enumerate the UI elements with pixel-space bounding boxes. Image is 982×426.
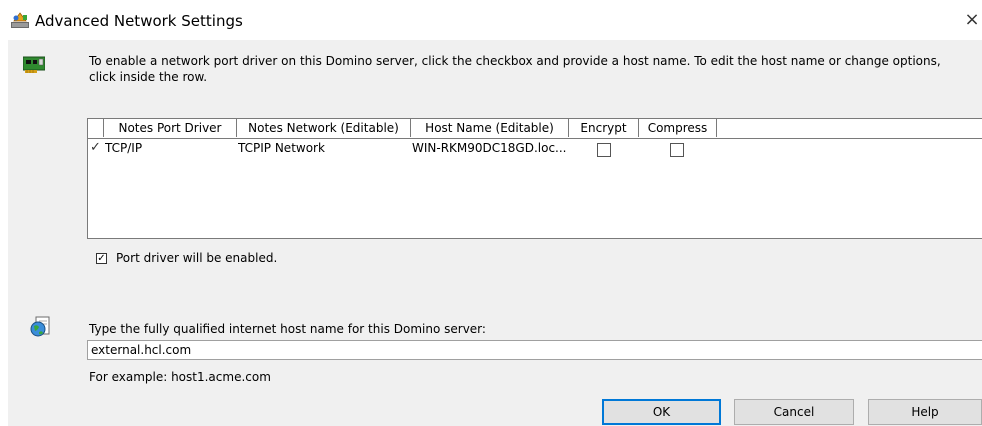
- close-icon[interactable]: ×: [962, 9, 982, 31]
- header-encrypt[interactable]: Encrypt: [569, 119, 639, 137]
- compress-checkbox[interactable]: [670, 143, 684, 157]
- globe-icon: [30, 316, 50, 337]
- host-name-input[interactable]: [87, 340, 982, 360]
- window-title: Advanced Network Settings: [35, 12, 243, 30]
- port-driver-cell: TCP/IP: [105, 141, 143, 155]
- network-settings-icon: [11, 12, 29, 28]
- title-bar: Advanced Network Settings ×: [0, 0, 982, 40]
- host-name-prompt: Type the fully qualified internet host n…: [89, 322, 486, 336]
- host-name-cell[interactable]: WIN-RKM90DC18GD.loc...: [412, 139, 568, 157]
- network-card-icon: [23, 56, 45, 73]
- port-enabled-checkbox[interactable]: ✓: [96, 253, 107, 264]
- dialog-body: To enable a network port driver on this …: [8, 40, 982, 426]
- header-port-driver[interactable]: Notes Port Driver: [104, 119, 237, 137]
- header-compress[interactable]: Compress: [639, 119, 717, 137]
- cancel-button[interactable]: Cancel: [734, 399, 854, 425]
- ok-button[interactable]: OK: [602, 399, 721, 425]
- table-header: Notes Port Driver Notes Network (Editabl…: [88, 119, 982, 139]
- network-cell[interactable]: TCPIP Network: [238, 139, 408, 157]
- header-host-name[interactable]: Host Name (Editable): [411, 119, 569, 137]
- intro-text: To enable a network port driver on this …: [89, 54, 941, 84]
- header-select-column: [88, 119, 104, 137]
- port-driver-table[interactable]: Notes Port Driver Notes Network (Editabl…: [87, 118, 982, 239]
- row-enabled-check-icon[interactable]: ✓: [90, 139, 101, 157]
- port-enabled-label: Port driver will be enabled.: [116, 251, 278, 265]
- encrypt-checkbox[interactable]: [597, 143, 611, 157]
- help-button[interactable]: Help: [868, 399, 982, 425]
- header-notes-network[interactable]: Notes Network (Editable): [237, 119, 411, 137]
- host-name-example: For example: host1.acme.com: [89, 370, 271, 384]
- table-row[interactable]: ✓ TCP/IP TCPIP Network WIN-RKM90DC18GD.l…: [88, 139, 982, 157]
